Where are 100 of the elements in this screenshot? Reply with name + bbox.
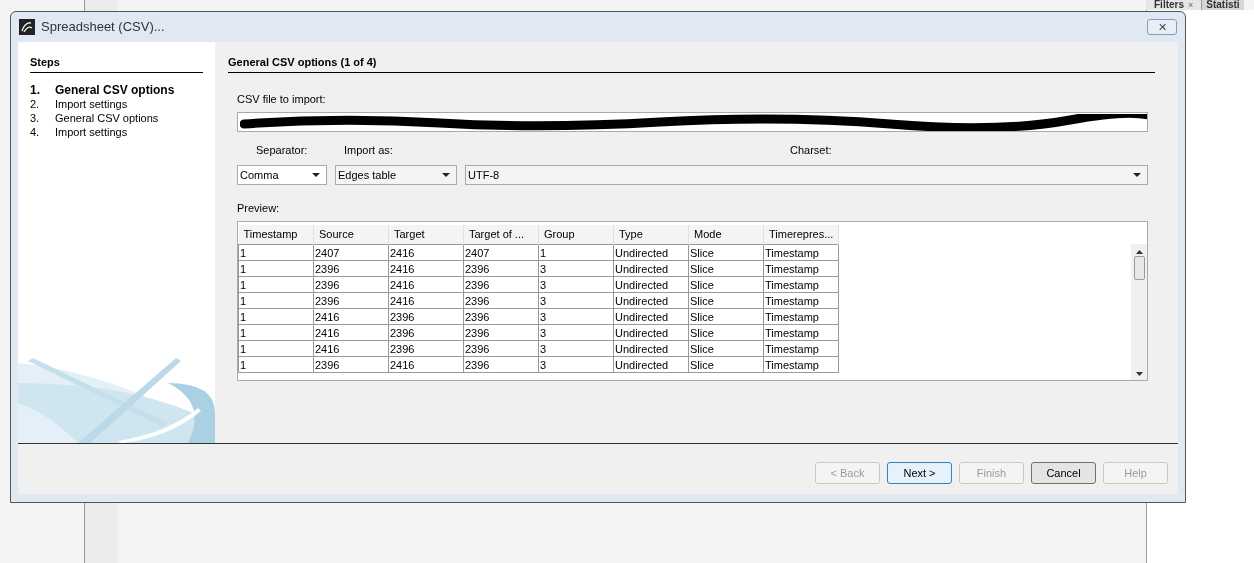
- table-cell: Undirected: [613, 324, 689, 341]
- table-cell: Timestamp: [763, 308, 839, 325]
- table-cell: 2407: [313, 244, 389, 261]
- field-label: Preview:: [237, 201, 280, 216]
- table-cell: 2396: [463, 276, 539, 293]
- step-item: 3. General CSV options: [30, 110, 160, 125]
- table-cell: Undirected: [613, 260, 689, 277]
- table-cell: 1: [238, 340, 314, 357]
- table-cell: 2396: [463, 356, 539, 373]
- table-cell: 2396: [313, 276, 389, 293]
- table-cell: 3: [538, 356, 614, 373]
- table-cell: 2396: [463, 340, 539, 357]
- step-item: 4. Import settings: [30, 124, 129, 139]
- table-cell: 1: [238, 276, 314, 293]
- import-as-dropdown[interactable]: Edges table: [335, 165, 457, 185]
- panel-tab[interactable]: Statisti: [1202, 0, 1244, 10]
- table-cell: 3: [538, 340, 614, 357]
- page-title: General CSV options (1 of 4): [228, 54, 1155, 73]
- separator-dropdown[interactable]: Comma: [237, 165, 327, 185]
- table-cell: 2416: [313, 324, 389, 341]
- table-cell: Undirected: [613, 340, 689, 357]
- table-cell: 2396: [313, 292, 389, 309]
- table-cell: 2396: [463, 292, 539, 309]
- table-cell: Slice: [688, 308, 764, 325]
- column-header[interactable]: Group: [538, 224, 614, 245]
- table-cell: 1: [238, 244, 314, 261]
- table-cell: 3: [538, 260, 614, 277]
- table-cell: Undirected: [613, 356, 689, 373]
- close-icon[interactable]: ×: [1188, 0, 1194, 10]
- field-label: Import as:: [344, 143, 394, 156]
- table-cell: Undirected: [613, 292, 689, 309]
- field-label: Separator:: [256, 143, 309, 156]
- table-cell: 2396: [388, 308, 464, 325]
- table-cell: 3: [538, 276, 614, 293]
- close-button[interactable]: ✕: [1147, 19, 1177, 35]
- table-cell: Timestamp: [763, 356, 839, 373]
- column-header[interactable]: Target: [388, 224, 464, 245]
- field-label: CSV file to import:: [237, 91, 326, 107]
- table-cell: 3: [538, 308, 614, 325]
- table-cell: Timestamp: [763, 292, 839, 309]
- column-header[interactable]: Mode: [688, 224, 764, 245]
- dropdown-arrow-icon: [1133, 173, 1141, 177]
- app-icon: [19, 19, 35, 35]
- window-title: Spreadsheet (CSV)...: [41, 18, 165, 37]
- steps-heading: Steps: [30, 54, 203, 73]
- table-cell: 2396: [463, 260, 539, 277]
- table-cell: Undirected: [613, 244, 689, 261]
- table-cell: 1: [238, 292, 314, 309]
- scroll-down-icon[interactable]: [1135, 371, 1143, 376]
- panel-tab[interactable]: Filters ×: [1146, 0, 1203, 10]
- table-cell: Slice: [688, 260, 764, 277]
- table-cell: Undirected: [613, 276, 689, 293]
- table-cell: 1: [238, 356, 314, 373]
- table-cell: Slice: [688, 292, 764, 309]
- table-cell: 1: [538, 244, 614, 261]
- table-cell: 3: [538, 324, 614, 341]
- table-cell: 2416: [388, 292, 464, 309]
- table-cell: 2396: [313, 356, 389, 373]
- wizard-button[interactable]: Next >: [887, 462, 952, 484]
- dropdown-arrow-icon: [442, 173, 450, 177]
- field-label: Charset:: [790, 143, 832, 156]
- table-cell: 1: [238, 308, 314, 325]
- column-header[interactable]: Timerepres...: [763, 224, 839, 245]
- dropdown-arrow-icon: [312, 173, 320, 177]
- table-cell: Slice: [688, 244, 764, 261]
- step-item: 2. Import settings: [30, 96, 129, 111]
- charset-dropdown[interactable]: UTF-8: [465, 165, 1148, 185]
- table-cell: Timestamp: [763, 260, 839, 277]
- table-cell: 2416: [388, 244, 464, 261]
- table-cell: Timestamp: [763, 276, 839, 293]
- column-header[interactable]: Source: [313, 224, 389, 245]
- table-cell: 1: [238, 260, 314, 277]
- table-cell: Slice: [688, 340, 764, 357]
- table-cell: Timestamp: [763, 340, 839, 357]
- table-cell: Slice: [688, 356, 764, 373]
- table-cell: 2407: [463, 244, 539, 261]
- column-header[interactable]: Target of ...: [463, 224, 539, 245]
- column-header[interactable]: Timestamp: [238, 224, 314, 245]
- table-cell: Undirected: [613, 308, 689, 325]
- table-cell: Slice: [688, 324, 764, 341]
- table-cell: 2396: [463, 324, 539, 341]
- table-cell: 2396: [388, 324, 464, 341]
- scroll-thumb[interactable]: [1133, 255, 1145, 280]
- table-cell: 2416: [313, 340, 389, 357]
- table-cell: 2416: [388, 356, 464, 373]
- table-cell: 2396: [463, 308, 539, 325]
- wizard-button[interactable]: Cancel: [1031, 462, 1096, 484]
- table-cell: 2396: [388, 340, 464, 357]
- table-cell: Timestamp: [763, 324, 839, 341]
- table-cell: 2396: [313, 260, 389, 277]
- table-cell: 2416: [313, 308, 389, 325]
- table-cell: 1: [238, 324, 314, 341]
- table-cell: Timestamp: [763, 244, 839, 261]
- table-cell: 2416: [388, 260, 464, 277]
- scrollbar[interactable]: [1131, 243, 1147, 380]
- table-cell: Slice: [688, 276, 764, 293]
- column-header[interactable]: Type: [613, 224, 689, 245]
- table-cell: 2416: [388, 276, 464, 293]
- step-item: 1. General CSV options: [30, 82, 176, 97]
- table-cell: 3: [538, 292, 614, 309]
